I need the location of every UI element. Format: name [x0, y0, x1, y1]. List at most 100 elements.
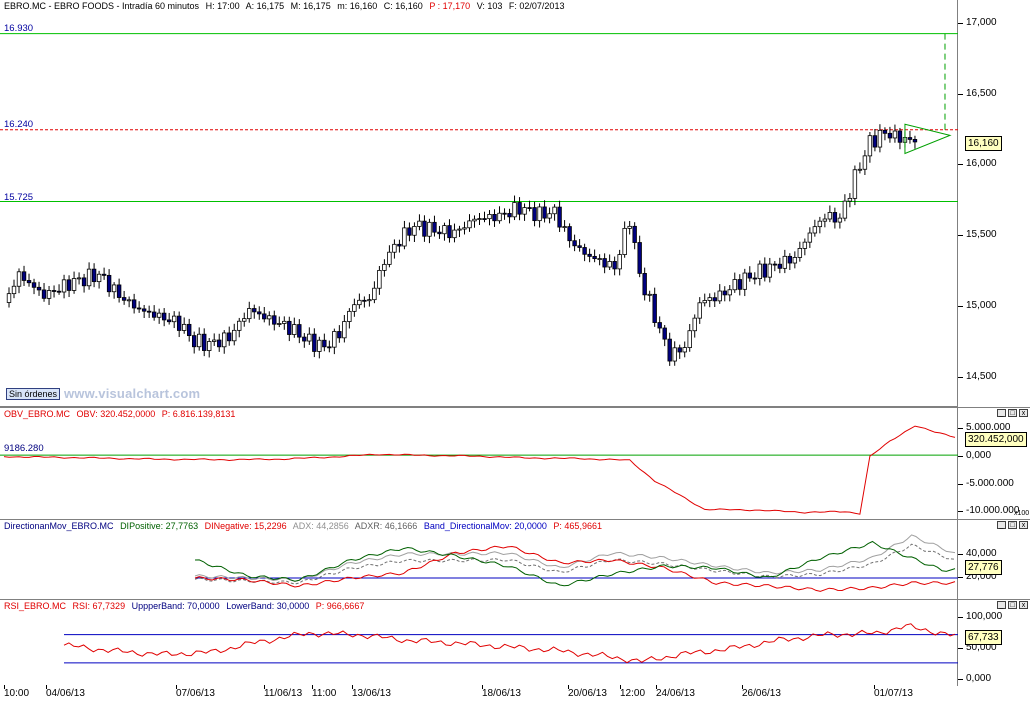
- candle-body: [512, 202, 517, 218]
- candle-body: [517, 202, 522, 215]
- candle-body: [552, 206, 557, 215]
- candle-body: [347, 310, 352, 322]
- dmi-window-buttons: _ □ x: [997, 521, 1028, 529]
- candle-body: [292, 324, 297, 335]
- candle-body: [116, 284, 122, 298]
- obv-line: [3, 425, 956, 515]
- candle-body: [682, 347, 687, 353]
- candle-body: [161, 312, 167, 321]
- candle-body: [56, 290, 62, 293]
- candle-body: [907, 137, 913, 140]
- rsi-lower-band: LowerBand: 30,0000: [226, 601, 310, 611]
- candle-body: [717, 290, 722, 302]
- candle-body: [242, 318, 247, 322]
- candle-body: [867, 135, 873, 157]
- candle-body: [252, 308, 257, 313]
- maximize-button[interactable]: □: [1008, 521, 1017, 529]
- candle-body: [66, 279, 72, 291]
- minimize-button[interactable]: _: [997, 409, 1006, 417]
- candle-body: [617, 254, 622, 270]
- rsi-tick: 0,000: [957, 673, 992, 684]
- candle-body: [402, 227, 407, 247]
- candle-body: [437, 231, 442, 235]
- close-button[interactable]: x: [1019, 521, 1028, 529]
- maximize-button[interactable]: □: [1008, 409, 1017, 417]
- volume-value: V: 103: [476, 1, 503, 11]
- candle-body: [267, 315, 272, 320]
- candle-body: [547, 213, 552, 219]
- band-value: Band_DirectionalMov: 20,0000: [423, 521, 547, 531]
- obv-panel: OBV_EBRO.MC OBV: 320.452,0000 P: 6.816.1…: [0, 407, 1030, 520]
- candle-body: [181, 323, 187, 331]
- maximize-button[interactable]: □: [1008, 601, 1017, 609]
- close-button[interactable]: x: [1019, 601, 1028, 609]
- candle-body: [337, 331, 342, 339]
- candle-body: [892, 130, 898, 139]
- x-label: 11/06/13: [264, 685, 303, 699]
- candle-body: [462, 227, 467, 230]
- adx-value: ADX: 44,2856: [292, 521, 349, 531]
- di-minus-value: DINegative: 15,2296: [204, 521, 287, 531]
- candle-body: [812, 226, 818, 234]
- candle-body: [367, 299, 372, 302]
- candle-body: [237, 320, 242, 331]
- level-label-15725: 15.725: [4, 192, 34, 203]
- candle-body: [71, 278, 77, 291]
- candle-body: [166, 319, 172, 323]
- candle-body: [702, 300, 707, 304]
- candle-body: [447, 225, 452, 239]
- candle-body: [887, 132, 893, 139]
- obv-panel-title: OBV_EBRO.MC OBV: 320.452,0000 P: 6.816.1…: [4, 409, 239, 419]
- price-tick: 14,500: [958, 371, 997, 382]
- candle-body: [217, 339, 222, 348]
- candle-body: [882, 129, 888, 134]
- candle-body: [372, 287, 377, 301]
- candle-body: [61, 279, 67, 293]
- candle-body: [91, 268, 97, 283]
- candle-body: [392, 243, 397, 253]
- obv-name: OBV_EBRO.MC: [4, 409, 71, 419]
- candle-body: [747, 272, 752, 279]
- candle-body: [327, 346, 332, 349]
- sin-ordenes-button[interactable]: Sin órdenes: [6, 388, 61, 400]
- rsi-chart-svg: [63, 623, 958, 664]
- candle-body: [662, 327, 667, 340]
- candle-body: [562, 226, 567, 228]
- dmi-panel-title: DirectionanMov_EBRO.MC DIPositive: 27,77…: [4, 521, 606, 531]
- candle-body: [567, 226, 572, 242]
- di-plus-line: [194, 540, 956, 587]
- candle-body: [156, 312, 162, 318]
- candle-body: [587, 253, 592, 257]
- candle-body: [11, 285, 17, 295]
- minimize-button[interactable]: _: [997, 521, 1006, 529]
- candle-body: [537, 206, 542, 222]
- candle-body: [877, 129, 883, 148]
- level-label-16930: 16.930: [4, 23, 34, 34]
- candle-body: [452, 229, 457, 239]
- candle-body: [41, 289, 47, 299]
- candle-body: [667, 338, 672, 362]
- close-button[interactable]: x: [1019, 409, 1028, 417]
- candle-body: [362, 299, 367, 302]
- price-tick: 16,500: [958, 88, 997, 99]
- candle-body: [257, 311, 262, 315]
- high-value: M: 16,175: [290, 1, 331, 11]
- price-tick: 16,000: [958, 158, 997, 169]
- candle-body: [36, 286, 42, 291]
- candle-body: [432, 221, 437, 233]
- dmi-tick: 40,000: [958, 548, 997, 559]
- candle-body: [377, 270, 382, 289]
- candle-body: [582, 247, 587, 255]
- candle-body: [272, 315, 277, 325]
- candle-body: [427, 221, 432, 237]
- candle-body: [227, 332, 232, 342]
- candle-body: [532, 207, 537, 222]
- candle-body: [307, 333, 312, 342]
- minimize-button[interactable]: _: [997, 601, 1006, 609]
- x-label: 12:00: [620, 685, 646, 699]
- low-value: m: 16,160: [337, 1, 378, 11]
- candle-body: [16, 271, 22, 287]
- x-label: 13/06/13: [352, 685, 391, 699]
- candle-body: [422, 220, 427, 237]
- candle-body: [602, 258, 607, 268]
